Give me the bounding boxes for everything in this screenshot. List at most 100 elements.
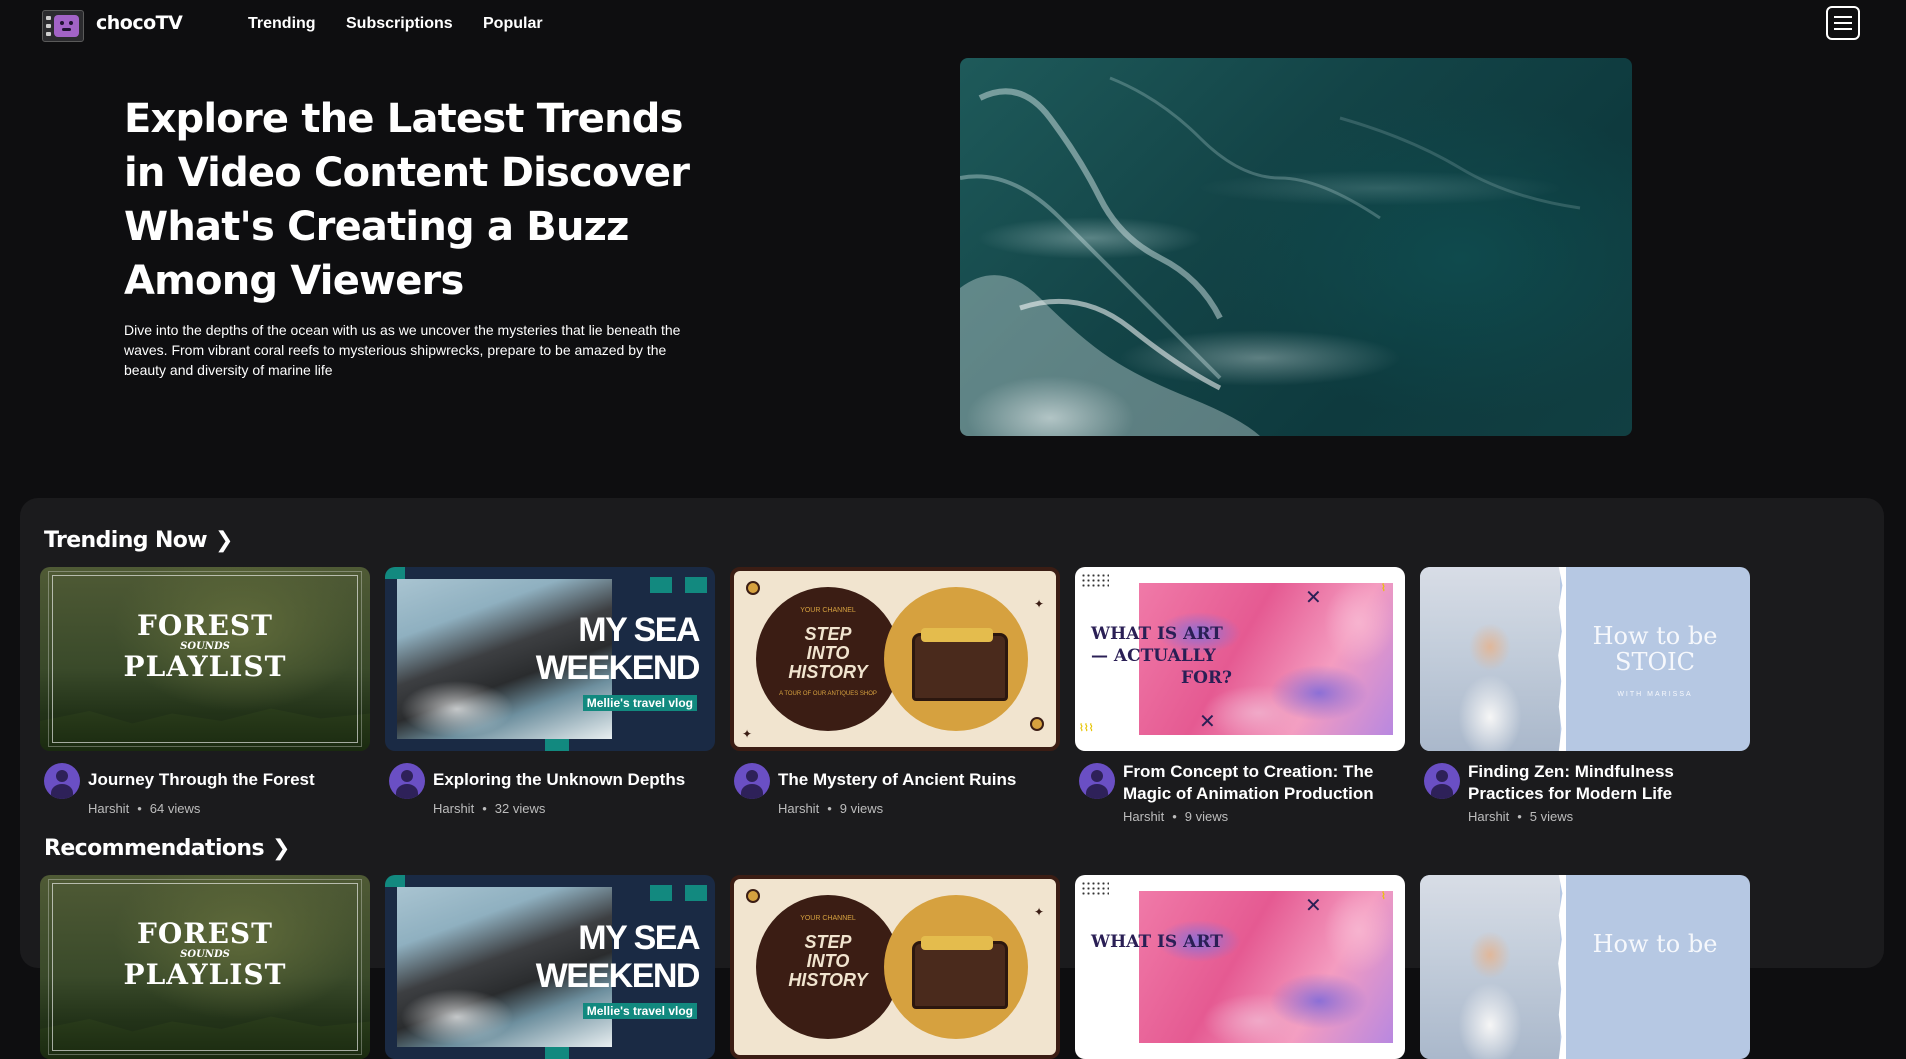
thumbnail-text: STOIC — [1615, 648, 1695, 676]
channel-name[interactable]: Harshit — [1123, 809, 1164, 824]
dot-grid-icon — [1081, 573, 1109, 587]
user-avatar-icon[interactable] — [44, 763, 80, 799]
thumbnail-text: WEEKEND — [535, 957, 701, 995]
meditation-photo — [1420, 875, 1560, 1059]
section-title-label: Trending Now — [44, 528, 208, 553]
video-thumbnail[interactable]: FOREST SOUNDS PLAYLIST — [40, 567, 370, 751]
hero-video-player[interactable] — [960, 58, 1632, 436]
user-avatar-icon[interactable] — [1424, 763, 1460, 799]
view-count: 5 views — [1529, 809, 1574, 824]
sparkle-icon: ✦ — [1034, 905, 1045, 919]
video-card[interactable]: FOREST SOUNDS PLAYLIST — [40, 875, 370, 1059]
user-avatar-icon[interactable] — [1079, 763, 1115, 799]
video-thumbnail[interactable]: WHAT IS ART — ACTUALLY FOR? ✕ ✕ ⌇⌇⌇ ⌇ — [1075, 567, 1405, 751]
cross-icon: ✕ — [1199, 709, 1216, 733]
video-thumbnail[interactable]: How to be STOIC WITH MARISSA — [1420, 567, 1750, 751]
user-avatar-icon[interactable] — [734, 763, 770, 799]
thumbnail-text: STEP — [804, 932, 852, 952]
zigzag-icon: ⌇ — [1381, 891, 1386, 902]
video-card[interactable]: MY SEA WEEKEND Mellie's travel vlog — [385, 875, 715, 1059]
treasure-chest-icon — [912, 936, 1008, 1009]
thumbnail-text: HISTORY — [788, 662, 868, 682]
chevron-right-icon: ❯ — [271, 836, 290, 861]
zigzag-icon: ⌇ — [1381, 583, 1386, 594]
channel-name[interactable]: Harshit — [778, 801, 819, 816]
nav-link-trending[interactable]: Trending — [248, 15, 316, 33]
chevron-right-icon: ❯ — [215, 528, 233, 553]
thumbnail-text: MY SEA — [578, 611, 700, 649]
hamburger-menu-icon[interactable] — [1826, 6, 1860, 40]
dot-grid-icon — [1081, 881, 1109, 895]
thumbnail-text: INTO — [806, 951, 850, 971]
video-card[interactable]: WHAT IS ART ✕ ⌇ — [1075, 875, 1405, 1059]
thumbnail-text: WEEKEND — [535, 649, 701, 687]
video-thumbnail[interactable]: WHAT IS ART ✕ ⌇ — [1075, 875, 1405, 1059]
video-thumbnail[interactable]: FOREST SOUNDS PLAYLIST — [40, 875, 370, 1059]
nav-link-popular[interactable]: Popular — [483, 15, 543, 33]
thumbnail-text: FOREST — [137, 609, 273, 642]
thumbnail-text: PLAYLIST — [123, 958, 287, 991]
section-title-trending[interactable]: Trending Now ❯ — [44, 528, 233, 553]
video-title[interactable]: Exploring the Unknown Depths — [433, 763, 715, 791]
view-count: 9 views — [839, 801, 884, 816]
video-thumbnail[interactable]: YOUR CHANNEL STEP INTO HISTORY ✦ — [730, 875, 1060, 1059]
meditation-photo — [1420, 567, 1560, 751]
tv-logo-icon[interactable] — [42, 10, 84, 42]
video-card[interactable]: YOUR CHANNEL STEP INTO HISTORY A TOUR OF… — [730, 567, 1060, 816]
thumbnail-text: SOUNDS — [180, 949, 230, 960]
thumbnail-text: A TOUR OF OUR ANTIQUES SHOP — [779, 691, 877, 697]
section-title-label: Recommendations — [44, 836, 265, 861]
video-title[interactable]: From Concept to Creation: The Magic of A… — [1123, 761, 1405, 805]
section-title-recommendations[interactable]: Recommendations ❯ — [44, 836, 290, 861]
view-count: 9 views — [1184, 809, 1229, 824]
channel-name[interactable]: Harshit — [88, 801, 129, 816]
thumbnail-text: How to be — [1592, 622, 1718, 650]
nav-link-subscriptions[interactable]: Subscriptions — [346, 15, 453, 33]
thumbnail-text: FOREST — [137, 917, 273, 950]
ocean-waves-image — [960, 76, 1581, 436]
video-thumbnail[interactable]: How to be — [1420, 875, 1750, 1059]
coin-icon — [746, 889, 760, 903]
user-avatar-icon[interactable] — [389, 763, 425, 799]
video-card[interactable]: YOUR CHANNEL STEP INTO HISTORY ✦ — [730, 875, 1060, 1059]
view-count: 64 views — [149, 801, 201, 816]
thumbnail-text: Mellie's travel vlog — [582, 1003, 697, 1019]
cross-icon: ✕ — [1305, 585, 1322, 609]
hero-description: Dive into the depths of the ocean with u… — [124, 322, 681, 378]
thumbnail-text: WITH MARISSA — [1617, 691, 1693, 698]
top-nav: chocoTV Trending Subscriptions Popular — [0, 0, 1906, 48]
coin-icon — [746, 581, 760, 595]
thumbnail-text: Mellie's travel vlog — [582, 695, 697, 711]
channel-name[interactable]: Harshit — [433, 801, 474, 816]
thumbnail-text: — ACTUALLY — [1091, 646, 1216, 666]
zigzag-icon: ⌇⌇⌇ — [1079, 723, 1094, 734]
thumbnail-text: HISTORY — [788, 970, 868, 990]
thumbnail-text: WHAT IS ART — [1091, 624, 1223, 644]
view-count: 32 views — [494, 801, 546, 816]
video-card[interactable]: WHAT IS ART — ACTUALLY FOR? ✕ ✕ ⌇⌇⌇ ⌇ Fr… — [1075, 567, 1405, 824]
brand-name[interactable]: chocoTV — [96, 12, 183, 34]
sparkle-icon: ✦ — [1034, 597, 1045, 611]
channel-name[interactable]: Harshit — [1468, 809, 1509, 824]
video-card[interactable]: How to be STOIC WITH MARISSA Finding Zen… — [1420, 567, 1750, 824]
coin-icon — [1030, 717, 1044, 731]
video-card[interactable]: How to be — [1420, 875, 1750, 1059]
video-thumbnail[interactable]: MY SEA WEEKEND Mellie's travel vlog — [385, 875, 715, 1059]
cross-icon: ✕ — [1305, 893, 1322, 917]
thumbnail-text: WHAT IS ART — [1091, 932, 1223, 952]
video-title[interactable]: Finding Zen: Mindfulness Practices for M… — [1468, 761, 1750, 805]
video-card[interactable]: FOREST SOUNDS PLAYLIST Journey Through t… — [40, 567, 370, 816]
thumbnail-text: YOUR CHANNEL — [800, 915, 856, 922]
video-card[interactable]: MY SEA WEEKEND Mellie's travel vlog Expl… — [385, 567, 715, 816]
sparkle-icon: ✦ — [742, 727, 753, 741]
video-title[interactable]: The Mystery of Ancient Ruins — [778, 763, 1060, 791]
thumbnail-text: MY SEA — [578, 919, 700, 957]
thumbnail-text: PLAYLIST — [123, 650, 287, 683]
thumbnail-text: How to be — [1592, 930, 1718, 958]
thumbnail-text: YOUR CHANNEL — [800, 607, 856, 614]
hero-title: Explore the Latest Trends in Video Conte… — [124, 96, 690, 304]
video-thumbnail[interactable]: YOUR CHANNEL STEP INTO HISTORY A TOUR OF… — [730, 567, 1060, 751]
video-title[interactable]: Journey Through the Forest — [88, 763, 370, 791]
thumbnail-text: FOR? — [1181, 668, 1232, 688]
video-thumbnail[interactable]: MY SEA WEEKEND Mellie's travel vlog — [385, 567, 715, 751]
